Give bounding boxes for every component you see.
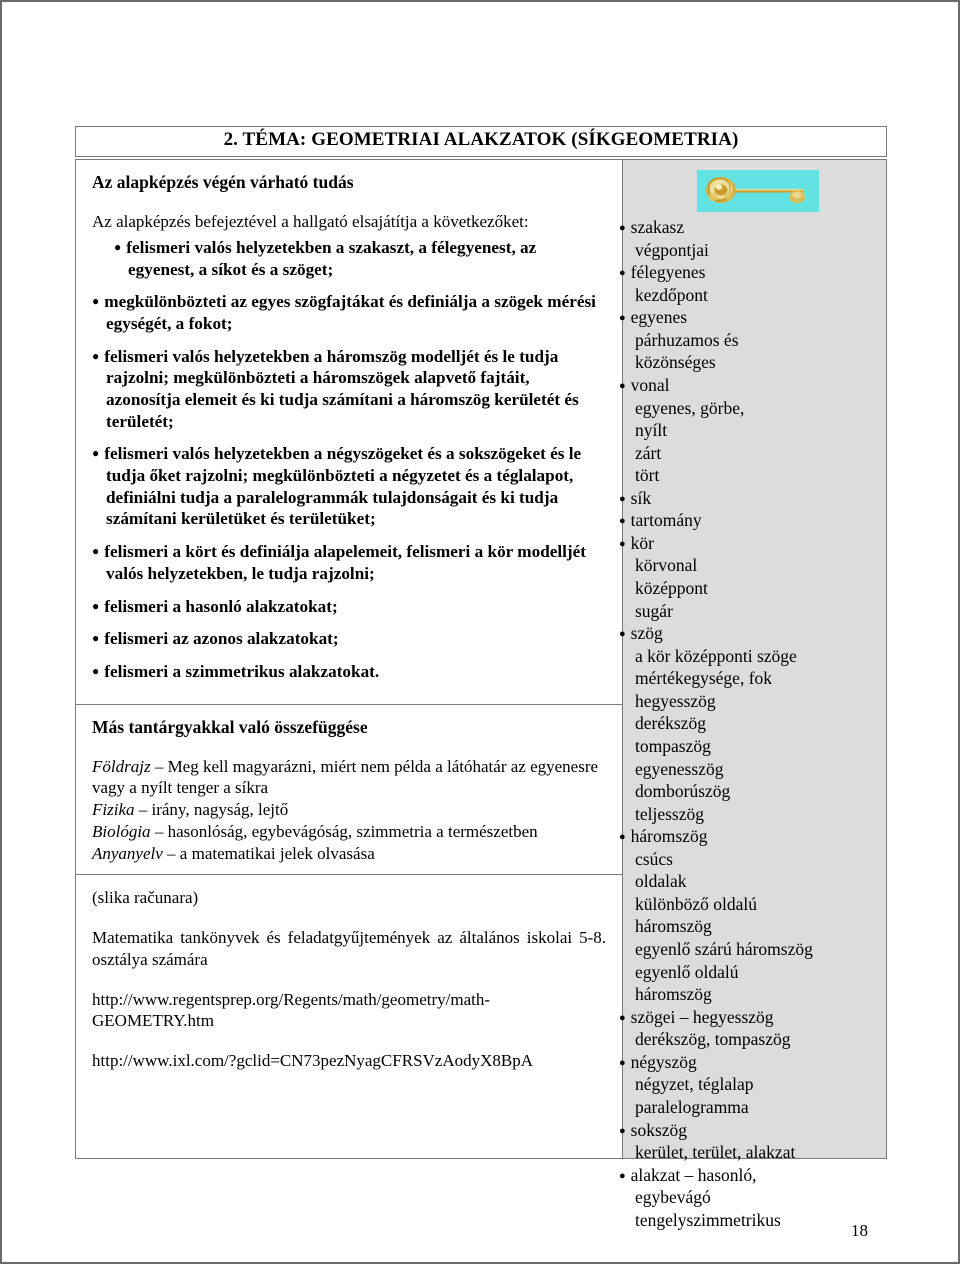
list-item: felismeri a hasonló alakzatokat; <box>92 596 606 618</box>
vocab-term: szögei – hegyesszög <box>631 1006 880 1029</box>
vocab-subterm: egyenlő oldalú <box>635 961 739 982</box>
textbooks-text: Matematika tankönyvek és feladatgyűjtemé… <box>92 928 606 969</box>
subject-name: Földrajz <box>92 756 151 776</box>
subject-text: hasonlóság, egybevágóság, szimmetria a t… <box>167 821 538 841</box>
vocabulary-list: szakasz végpontjai félegyenes kezdőpont … <box>631 216 880 1231</box>
vocab-subterm: körvonal <box>635 555 698 576</box>
vocab-term: egyenes <box>631 306 880 329</box>
image-note: (slika računara) <box>92 888 199 908</box>
vocab-subterm: sugár <box>635 600 673 621</box>
vocab-term: háromszög <box>631 825 880 848</box>
vocab-subterm: oldalak <box>635 871 687 892</box>
subject-line: Fizika – irány, nagyság, lejtő <box>92 799 606 821</box>
vocab-term: szakasz <box>631 216 880 239</box>
list-item: felismeri a kört és definiálja alapeleme… <box>92 541 606 584</box>
vocab-subterm: domborúszög <box>635 781 731 802</box>
list-item: megkülönbözteti az egyes szögfajtákat és… <box>92 291 606 334</box>
vocab-subterm: középpont <box>635 578 708 598</box>
list-item: felismeri valós helyzetekben a szakaszt,… <box>92 237 606 280</box>
document-page: 2. TÉMA: GEOMETRIAI ALAKZATOK (SÍKGEOMET… <box>0 0 960 1264</box>
vocab-term: félegyenes <box>631 261 880 284</box>
list-item: felismeri valós helyzetekben a négyszöge… <box>92 443 606 530</box>
vocab-subterm: zárt <box>635 442 662 463</box>
vocab-subterm: egyenesszög <box>635 758 724 779</box>
page-title: 2. TÉMA: GEOMETRIAI ALAKZATOK (SÍKGEOMET… <box>223 129 739 150</box>
list-item: felismeri a szimmetrikus alakzatokat. <box>92 661 606 683</box>
interdisciplinary-heading: Más tantárgyakkal való összefüggése <box>92 716 368 737</box>
vocab-subterm: végpontjai <box>635 239 709 260</box>
vocab-subterm: kerület, terület, alakzat <box>635 1142 796 1163</box>
vocab-term: tartomány <box>631 509 880 532</box>
vocab-subterm: négyzet, téglalap <box>635 1074 754 1095</box>
vocab-subterm: közönséges <box>635 352 716 373</box>
vocab-subterm: tengelyszimmetrikus <box>635 1209 781 1230</box>
vocab-term: szög <box>631 622 880 645</box>
subject-name: Biológia <box>92 821 151 841</box>
outcomes-heading: Az alapképzés végén várható tudás <box>92 172 354 192</box>
subject-name: Anyanyelv <box>92 843 163 863</box>
vocab-subterm: egyenes, görbe, <box>635 397 745 418</box>
vocab-subterm: háromszög <box>635 916 712 937</box>
subject-line: Földrajz – Meg kell magyarázni, miért ne… <box>92 756 606 800</box>
list-item: felismeri valós helyzetekben a háromszög… <box>92 346 606 433</box>
vocab-subterm: egybevágó <box>635 1187 711 1208</box>
vocab-subterm: egyenlő szárú háromszög <box>635 939 813 959</box>
vocab-subterm: csúcs <box>635 848 673 869</box>
vocab-term: sík <box>631 487 880 510</box>
list-item: felismeri az azonos alakzatokat; <box>92 628 606 650</box>
subject-text: Meg kell magyarázni, miért nem példa a l… <box>92 756 599 798</box>
key-image-wrap <box>635 170 880 212</box>
topic-title-bar: 2. TÉMA: GEOMETRIAI ALAKZATOK (SÍKGEOMET… <box>75 126 887 157</box>
subject-line: Anyanyelv – a matematikai jelek olvasása <box>92 843 606 865</box>
subject-text: a matematikai jelek olvasása <box>179 843 375 863</box>
vocab-subterm: tompaszög <box>635 735 711 756</box>
vocab-subterm: a kör középponti szöge <box>635 645 797 666</box>
outcomes-cell: Az alapképzés végén várható tudás Az ala… <box>76 160 622 704</box>
vocab-term: vonal <box>631 374 880 397</box>
vocabulary-column: szakasz végpontjai félegyenes kezdőpont … <box>623 160 886 1230</box>
key-icon <box>696 170 819 212</box>
vocab-subterm: derékszög, tompaszög <box>635 1029 791 1050</box>
vocab-subterm: hegyesszög <box>635 690 716 711</box>
outcomes-intro: Az alapképzés befejeztével a hallgató el… <box>92 212 529 231</box>
page-number: 18 <box>851 1221 868 1240</box>
vocab-term: kör <box>631 532 880 555</box>
vocab-term: sokszög <box>631 1119 880 1142</box>
vocab-subterm: teljesszög <box>635 803 705 824</box>
vocab-subterm: derékszög <box>635 713 706 734</box>
vocab-term: alakzat – hasonló, <box>631 1164 880 1187</box>
interdisciplinary-cell: Más tantárgyakkal való összefüggése Föld… <box>76 703 622 875</box>
content-table: Az alapképzés végén várható tudás Az ala… <box>75 159 887 1230</box>
outcomes-list: felismeri valós helyzetekben a szakaszt,… <box>92 237 606 682</box>
subject-name: Fizika <box>92 800 135 820</box>
vocab-subterm: nyílt <box>635 420 668 441</box>
vocab-term: négyszög <box>631 1051 880 1074</box>
subject-dash: – <box>134 800 152 820</box>
left-column: Az alapképzés végén várható tudás Az ala… <box>76 160 623 1158</box>
vocab-subterm: kezdőpont <box>635 284 708 305</box>
subject-dash: – <box>150 756 168 776</box>
resource-link-1[interactable]: http://www.regentsprep.org/Regents/math/… <box>92 989 606 1033</box>
vocab-subterm: különböző oldalú <box>635 893 757 914</box>
subject-text: irány, nagyság, lejtő <box>151 800 289 820</box>
resources-cell: (slika računara) Matematika tankönyvek é… <box>76 874 622 1082</box>
vocab-subterm: tört <box>635 465 660 486</box>
subject-dash: – <box>162 843 180 863</box>
resource-link-2[interactable]: http://www.ixl.com/?gclid=CN73pezNyagCFR… <box>92 1050 606 1072</box>
vocab-subterm: háromszög <box>635 984 712 1005</box>
subject-dash: – <box>150 821 168 841</box>
vocab-subterm: párhuzamos és <box>635 329 739 350</box>
subject-line: Biológia – hasonlóság, egybevágóság, szi… <box>92 821 606 843</box>
vocab-subterm: paralelogramma <box>635 1096 749 1117</box>
vocab-subterm: mértékegysége, fok <box>635 668 773 689</box>
